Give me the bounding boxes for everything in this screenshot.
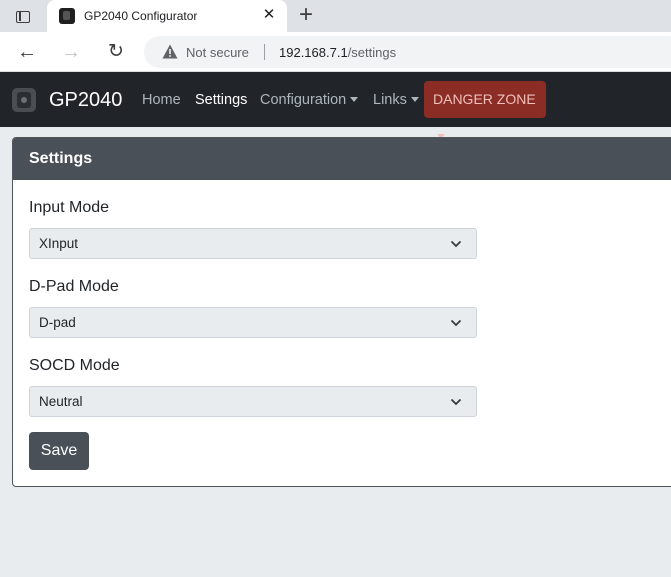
danger-zone-label: DANGER ZONE	[433, 91, 536, 107]
card-header: Settings	[13, 138, 671, 180]
browser-toolbar: ← → ↻ Not secure 192.168.7.1/settings	[0, 32, 671, 72]
back-button[interactable]: ←	[15, 40, 39, 64]
chevron-down-icon	[450, 319, 462, 327]
socd-mode-select[interactable]: Neutral	[29, 386, 477, 417]
input-mode-label: Input Mode	[29, 199, 110, 216]
dpad-mode-value: D-pad	[39, 315, 76, 330]
security-status[interactable]: Not secure	[186, 45, 249, 60]
browser-tab-strip: GP2040 Configurator ✕ +	[0, 0, 671, 32]
nav-link-settings[interactable]: Settings	[195, 92, 247, 108]
brand-title[interactable]: GP2040	[49, 89, 122, 112]
settings-card: Settings Input Mode XInput D-Pad Mode D-…	[12, 137, 671, 487]
dpad-mode-label: D-Pad Mode	[29, 278, 119, 295]
address-bar[interactable]: Not secure 192.168.7.1/settings	[144, 36, 671, 68]
nav-dropdown-links-label: Links	[373, 92, 407, 108]
nav-dropdown-configuration[interactable]: Configuration	[260, 92, 359, 108]
tab-title: GP2040 Configurator	[84, 9, 198, 23]
nav-dropdown-links[interactable]: Links	[373, 92, 419, 108]
dpad-mode-group: D-Pad Mode D-pad	[29, 277, 477, 338]
danger-zone-dropdown[interactable]: DANGER ZONE	[424, 81, 546, 139]
forward-button[interactable]: →	[59, 40, 83, 64]
chevron-down-icon	[450, 240, 462, 248]
new-tab-button[interactable]: +	[294, 3, 318, 27]
url-host: 192.168.7.1	[279, 45, 348, 60]
warning-icon[interactable]	[162, 44, 178, 59]
nav-link-home[interactable]: Home	[142, 92, 181, 108]
caret-down-icon	[410, 97, 419, 102]
input-mode-select[interactable]: XInput	[29, 228, 477, 259]
omnibox-divider	[264, 44, 265, 60]
caret-down-icon	[350, 97, 359, 102]
tab-search-icon[interactable]	[10, 6, 36, 28]
input-mode-group: Input Mode XInput	[29, 198, 477, 259]
favicon-icon	[59, 8, 75, 24]
url-text[interactable]: 192.168.7.1/settings	[279, 45, 396, 60]
url-path: /settings	[347, 45, 397, 60]
dpad-mode-select[interactable]: D-pad	[29, 307, 477, 338]
app-navbar: GP2040 Home Settings Configuration Links…	[0, 72, 671, 139]
reload-button[interactable]: ↻	[104, 40, 128, 64]
chevron-down-icon	[450, 398, 462, 406]
socd-mode-group: SOCD Mode Neutral	[29, 356, 477, 417]
socd-mode-label: SOCD Mode	[29, 357, 120, 374]
socd-mode-value: Neutral	[39, 394, 83, 409]
nav-dropdown-configuration-label: Configuration	[260, 92, 347, 108]
input-mode-value: XInput	[39, 236, 79, 251]
save-button[interactable]: Save	[29, 432, 89, 470]
card-title: Settings	[29, 150, 93, 167]
browser-tab[interactable]: GP2040 Configurator ✕	[47, 0, 287, 32]
gamepad-logo-icon[interactable]	[10, 86, 38, 114]
tab-close-icon[interactable]: ✕	[260, 6, 278, 24]
